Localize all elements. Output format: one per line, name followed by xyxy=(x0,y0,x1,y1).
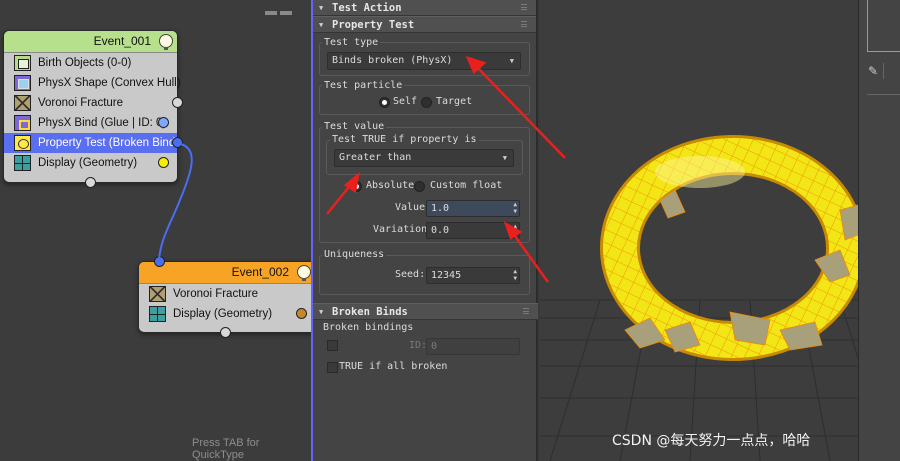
divider xyxy=(867,94,900,95)
rollout-title-label: Broken Binds xyxy=(332,306,408,318)
test-type-dropdown[interactable]: Binds broken (PhysX) ▼ xyxy=(327,52,521,70)
seed-label: Seed: xyxy=(395,269,426,280)
true-if-all-broken-label: TRUE if all broken xyxy=(339,361,448,372)
rollout-broken-binds[interactable]: Broken Binds xyxy=(313,303,538,320)
command-panel-edge[interactable]: ✎ xyxy=(858,0,900,461)
self-label: Self xyxy=(393,96,418,107)
value-field: 1.0 xyxy=(431,203,450,214)
id-field: 0 xyxy=(431,341,438,352)
rollout-title-label: Test Action xyxy=(332,2,402,14)
event-wire xyxy=(158,143,193,262)
radio-target[interactable] xyxy=(421,97,432,108)
spinner-arrows-icon[interactable]: ▲ ▼ xyxy=(513,268,517,282)
3d-viewport[interactable] xyxy=(540,0,858,461)
seed-field: 12345 xyxy=(431,270,462,281)
radio-custom-float[interactable] xyxy=(414,181,425,192)
chevron-down-icon: ▼ xyxy=(502,154,507,162)
variation-spinner[interactable]: 0.0 ▲ ▼ xyxy=(426,222,520,239)
target-label: Target xyxy=(436,96,473,107)
viewport-scene xyxy=(540,135,858,461)
properties-panel[interactable]: Test Action Property Test Test type Bind… xyxy=(313,0,538,461)
true-if-all-broken-checkbox[interactable] xyxy=(327,362,338,373)
rollout-test-action[interactable]: Test Action xyxy=(313,0,536,16)
spinner-arrows-icon[interactable]: ▲ ▼ xyxy=(513,223,517,237)
chevron-down-icon: ▼ xyxy=(509,57,514,65)
id-checkbox[interactable] xyxy=(327,340,338,351)
condition-dropdown[interactable]: Greater than ▼ xyxy=(334,149,514,167)
pin-icon[interactable]: ✎ xyxy=(868,64,878,78)
condition-label: Test TRUE if property is xyxy=(330,134,479,145)
test-value-label: Test value xyxy=(322,121,387,132)
test-type-label: Test type xyxy=(322,37,381,48)
broken-bindings-label: Broken bindings xyxy=(323,322,414,333)
rollout-title-label: Property Test xyxy=(332,19,415,31)
custom-float-label: Custom float xyxy=(430,180,503,191)
absolute-label: Absolute xyxy=(366,180,415,191)
watermark: CSDN @每天努力一点点，哈哈 xyxy=(612,433,811,449)
test-particle-label: Test particle xyxy=(322,80,405,91)
id-label: ID: xyxy=(409,340,428,351)
separator xyxy=(883,63,884,79)
panel-box xyxy=(867,0,900,52)
test-type-value: Binds broken (PhysX) xyxy=(332,55,453,66)
variation-label: Variation: xyxy=(373,224,434,235)
uniqueness-label: Uniqueness xyxy=(322,249,387,260)
radio-absolute[interactable] xyxy=(351,181,362,192)
value-spinner[interactable]: 1.0 ▲ ▼ xyxy=(426,200,520,217)
spinner-arrows-icon[interactable]: ▲ ▼ xyxy=(513,201,517,215)
condition-value: Greater than xyxy=(339,152,412,163)
seed-spinner[interactable]: 12345 ▲ ▼ xyxy=(426,267,520,284)
quicktype-hint: Press TAB for QuickType xyxy=(192,437,260,461)
rollout-property-test[interactable]: Property Test xyxy=(313,16,536,33)
particle-view[interactable]: Event_001 Birth Objects (0-0) PhysX Shap… xyxy=(0,0,313,461)
radio-self[interactable] xyxy=(379,97,390,108)
id-spinner[interactable]: 0 xyxy=(426,338,520,355)
variation-field: 0.0 xyxy=(431,225,450,236)
